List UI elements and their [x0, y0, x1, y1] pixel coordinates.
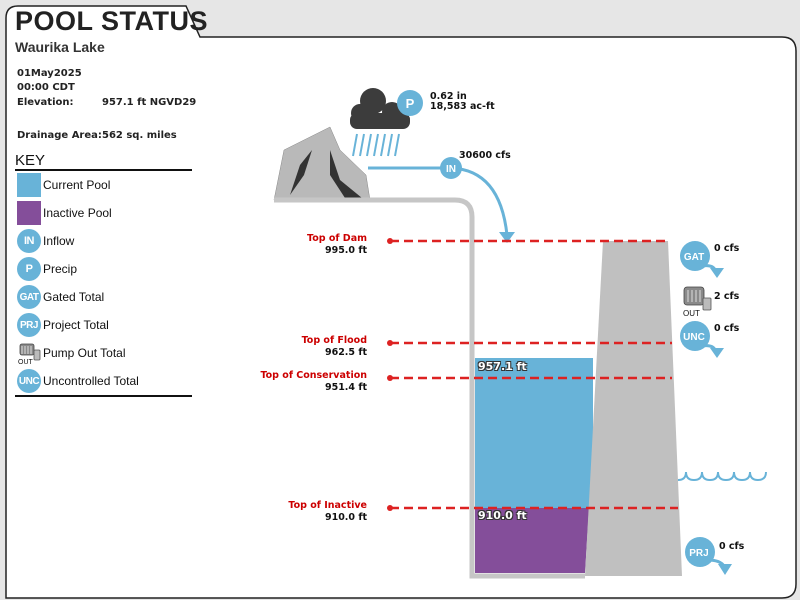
project-value: 0 cfs	[719, 541, 745, 552]
tailwater-waves	[677, 471, 767, 482]
precip-badge: P	[397, 90, 423, 116]
top-of-conservation-value: 951.4 ft	[324, 382, 367, 393]
current-pool-label: 957.1 ft	[478, 360, 527, 373]
svg-text:GAT: GAT	[684, 252, 704, 263]
svg-text:UNC: UNC	[683, 332, 705, 343]
inflow-value: 30600 cfs	[459, 150, 511, 161]
uncontrolled-value: 0 cfs	[714, 323, 740, 334]
svg-text:OUT: OUT	[683, 309, 700, 318]
gated-value: 0 cfs	[714, 243, 740, 254]
svg-text:P: P	[406, 96, 415, 111]
pump-out-badge: OUT	[683, 286, 712, 318]
inactive-pool-label: 910.0 ft	[478, 509, 527, 522]
top-of-flood-value: 962.5 ft	[324, 347, 367, 358]
pump-out-value: 2 cfs	[714, 291, 740, 302]
precip-volume: 18,583 ac-ft	[430, 101, 495, 112]
top-of-inactive-label: Top of Inactive	[288, 500, 367, 511]
top-of-inactive-value: 910.0 ft	[324, 512, 367, 523]
pool-status-panel: POOL STATUS Waurika Lake 01May2025 00:00…	[0, 0, 800, 600]
top-of-conservation-label: Top of Conservation	[260, 370, 367, 381]
current-pool	[475, 358, 593, 508]
top-of-flood-label: Top of Flood	[301, 335, 367, 346]
top-of-dam-label: Top of Dam	[306, 233, 367, 244]
svg-text:PRJ: PRJ	[689, 548, 708, 559]
reservoir-diagram: P IN GAT OUT UNC PRJ	[273, 88, 767, 579]
svg-text:IN: IN	[446, 164, 456, 175]
top-of-dam-value: 995.0 ft	[324, 245, 367, 256]
dam	[585, 241, 682, 576]
